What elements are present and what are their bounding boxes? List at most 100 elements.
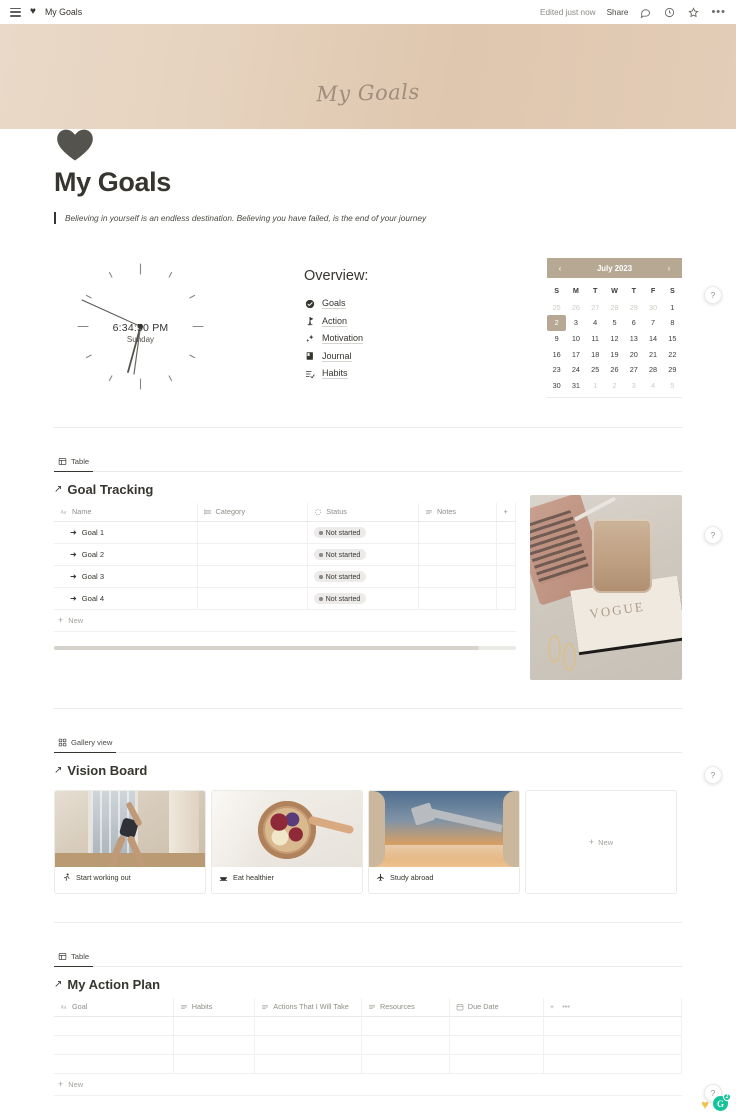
tab-gallery-view[interactable]: Gallery view [54,735,117,754]
calendar-day[interactable]: 1 [663,299,682,315]
cell-habits[interactable] [173,1035,256,1056]
cell-habits[interactable] [173,1054,256,1075]
cell-name[interactable]: ➜ Goal 1 [54,521,198,545]
page-icon-heart[interactable] [55,125,95,165]
cell-notes[interactable] [418,543,498,567]
cell-actions[interactable] [254,1054,362,1075]
overview-link-motivation[interactable]: Motivation [304,333,504,345]
table-row[interactable]: ➜ Goal 2 Not started [54,543,516,567]
calendar-day[interactable]: 29 [663,362,682,378]
scrollbar-thumb[interactable] [54,646,479,651]
calendar-day-selected[interactable]: 2 [547,315,567,331]
help-button[interactable]: ? [704,286,722,304]
calendar-day[interactable]: 3 [624,377,643,393]
vision-board-title-row[interactable]: ↗ Vision Board [54,763,682,778]
calendar-day[interactable]: 18 [586,346,605,362]
calendar-day[interactable]: 21 [643,346,662,362]
overview-link-goals[interactable]: Goals [304,298,504,310]
calendar-day[interactable]: 27 [624,362,643,378]
calendar-day[interactable]: 28 [605,299,624,315]
cell-due-date[interactable] [449,1016,544,1037]
table-row[interactable]: ➜ Goal 1 Not started [54,521,516,545]
table-more-options[interactable]: ••• [562,1002,570,1011]
calendar-day[interactable]: 26 [605,362,624,378]
calendar-day[interactable]: 6 [624,315,643,331]
cell-name[interactable]: ➜ Goal 4 [54,587,198,611]
calendar-day[interactable]: 16 [547,346,566,362]
calendar-day[interactable]: 28 [643,362,662,378]
table-row[interactable] [54,1054,683,1075]
calendar-day[interactable]: 7 [643,315,662,331]
page-cover[interactable]: My Goals [0,24,736,161]
table-row[interactable] [54,1035,683,1056]
gallery-card[interactable]: Study abroad [368,790,520,895]
hamburger-icon[interactable] [10,7,21,17]
action-plan-title-row[interactable]: ↗ My Action Plan [54,977,682,992]
cell-resources[interactable] [361,1016,450,1037]
calendar-day[interactable]: 23 [547,362,566,378]
cell-goal[interactable] [54,1054,174,1075]
chevron-left-icon[interactable]: ‹ [555,264,565,273]
cell-category[interactable] [197,543,309,567]
chevron-right-icon[interactable]: › [664,264,674,273]
overview-link-action[interactable]: Action [304,316,504,327]
overview-link-journal[interactable]: Journal [304,351,504,362]
column-header-goal[interactable]: Aa Goal [54,998,174,1018]
calendar-day[interactable]: 29 [624,299,643,315]
table-row[interactable]: ➜ Goal 3 Not started [54,565,516,589]
calendar-day[interactable]: 11 [586,331,605,347]
calendar-day[interactable]: 22 [663,346,682,362]
horizontal-scrollbar[interactable] [54,646,516,651]
calendar-day[interactable]: 24 [566,362,585,378]
breadcrumb[interactable]: My Goals [45,7,82,17]
calendar-day[interactable]: 19 [605,346,624,362]
share-button[interactable]: Share [607,8,629,17]
cell-actions[interactable] [254,1035,362,1056]
gold-heart-icon[interactable]: ♥ [701,1098,709,1111]
cell-notes[interactable] [418,521,498,545]
cell-goal[interactable] [54,1035,174,1056]
overview-link-habits[interactable]: Habits [304,368,504,380]
calendar-day[interactable]: 15 [663,331,682,347]
calendar-day[interactable]: 25 [547,299,566,315]
calendar-day[interactable]: 26 [566,299,585,315]
column-header-category[interactable]: Category [197,503,309,523]
cell-category[interactable] [197,565,309,589]
calendar-day[interactable]: 9 [547,331,566,347]
new-gallery-card-button[interactable]: + New [525,790,677,895]
add-column-button[interactable]: + [550,1002,554,1011]
cell-goal[interactable] [54,1016,174,1037]
new-row-button[interactable]: + New [54,610,516,633]
cell-due-date[interactable] [449,1054,544,1075]
calendar-day[interactable]: 2 [605,377,624,393]
table-row[interactable] [54,1016,683,1037]
tab-table[interactable]: Table [54,454,94,473]
calendar-day[interactable]: 5 [605,315,624,331]
add-column-button[interactable]: + [496,503,516,523]
calendar-day[interactable]: 27 [586,299,605,315]
calendar-day[interactable]: 4 [586,315,605,331]
cell-category[interactable] [197,587,309,611]
column-header-name[interactable]: Aa Name [54,503,198,523]
calendar-day[interactable]: 30 [643,299,662,315]
tab-table[interactable]: Table [54,949,94,968]
column-header-due-date[interactable]: Due Date [449,998,544,1018]
new-row-button[interactable]: + New [54,1074,682,1097]
clock-history-icon[interactable] [663,6,676,19]
help-button[interactable]: ? [704,766,722,784]
calendar-day[interactable]: 8 [663,315,682,331]
more-options-icon[interactable]: ••• [711,6,726,18]
cell-name[interactable]: ➜ Goal 3 [54,565,198,589]
cell-status[interactable]: Not started [307,543,419,567]
cell-resources[interactable] [361,1054,450,1075]
cell-notes[interactable] [418,565,498,589]
cell-resources[interactable] [361,1035,450,1056]
cell-habits[interactable] [173,1016,256,1037]
column-header-actions[interactable]: Actions That I Will Take [254,998,362,1018]
page-title[interactable]: My Goals [54,167,682,198]
calendar-day[interactable]: 12 [605,331,624,347]
calendar-day[interactable]: 10 [566,331,585,347]
calendar-day[interactable]: 5 [663,377,682,393]
star-icon[interactable] [687,6,700,19]
calendar-day[interactable]: 14 [643,331,662,347]
